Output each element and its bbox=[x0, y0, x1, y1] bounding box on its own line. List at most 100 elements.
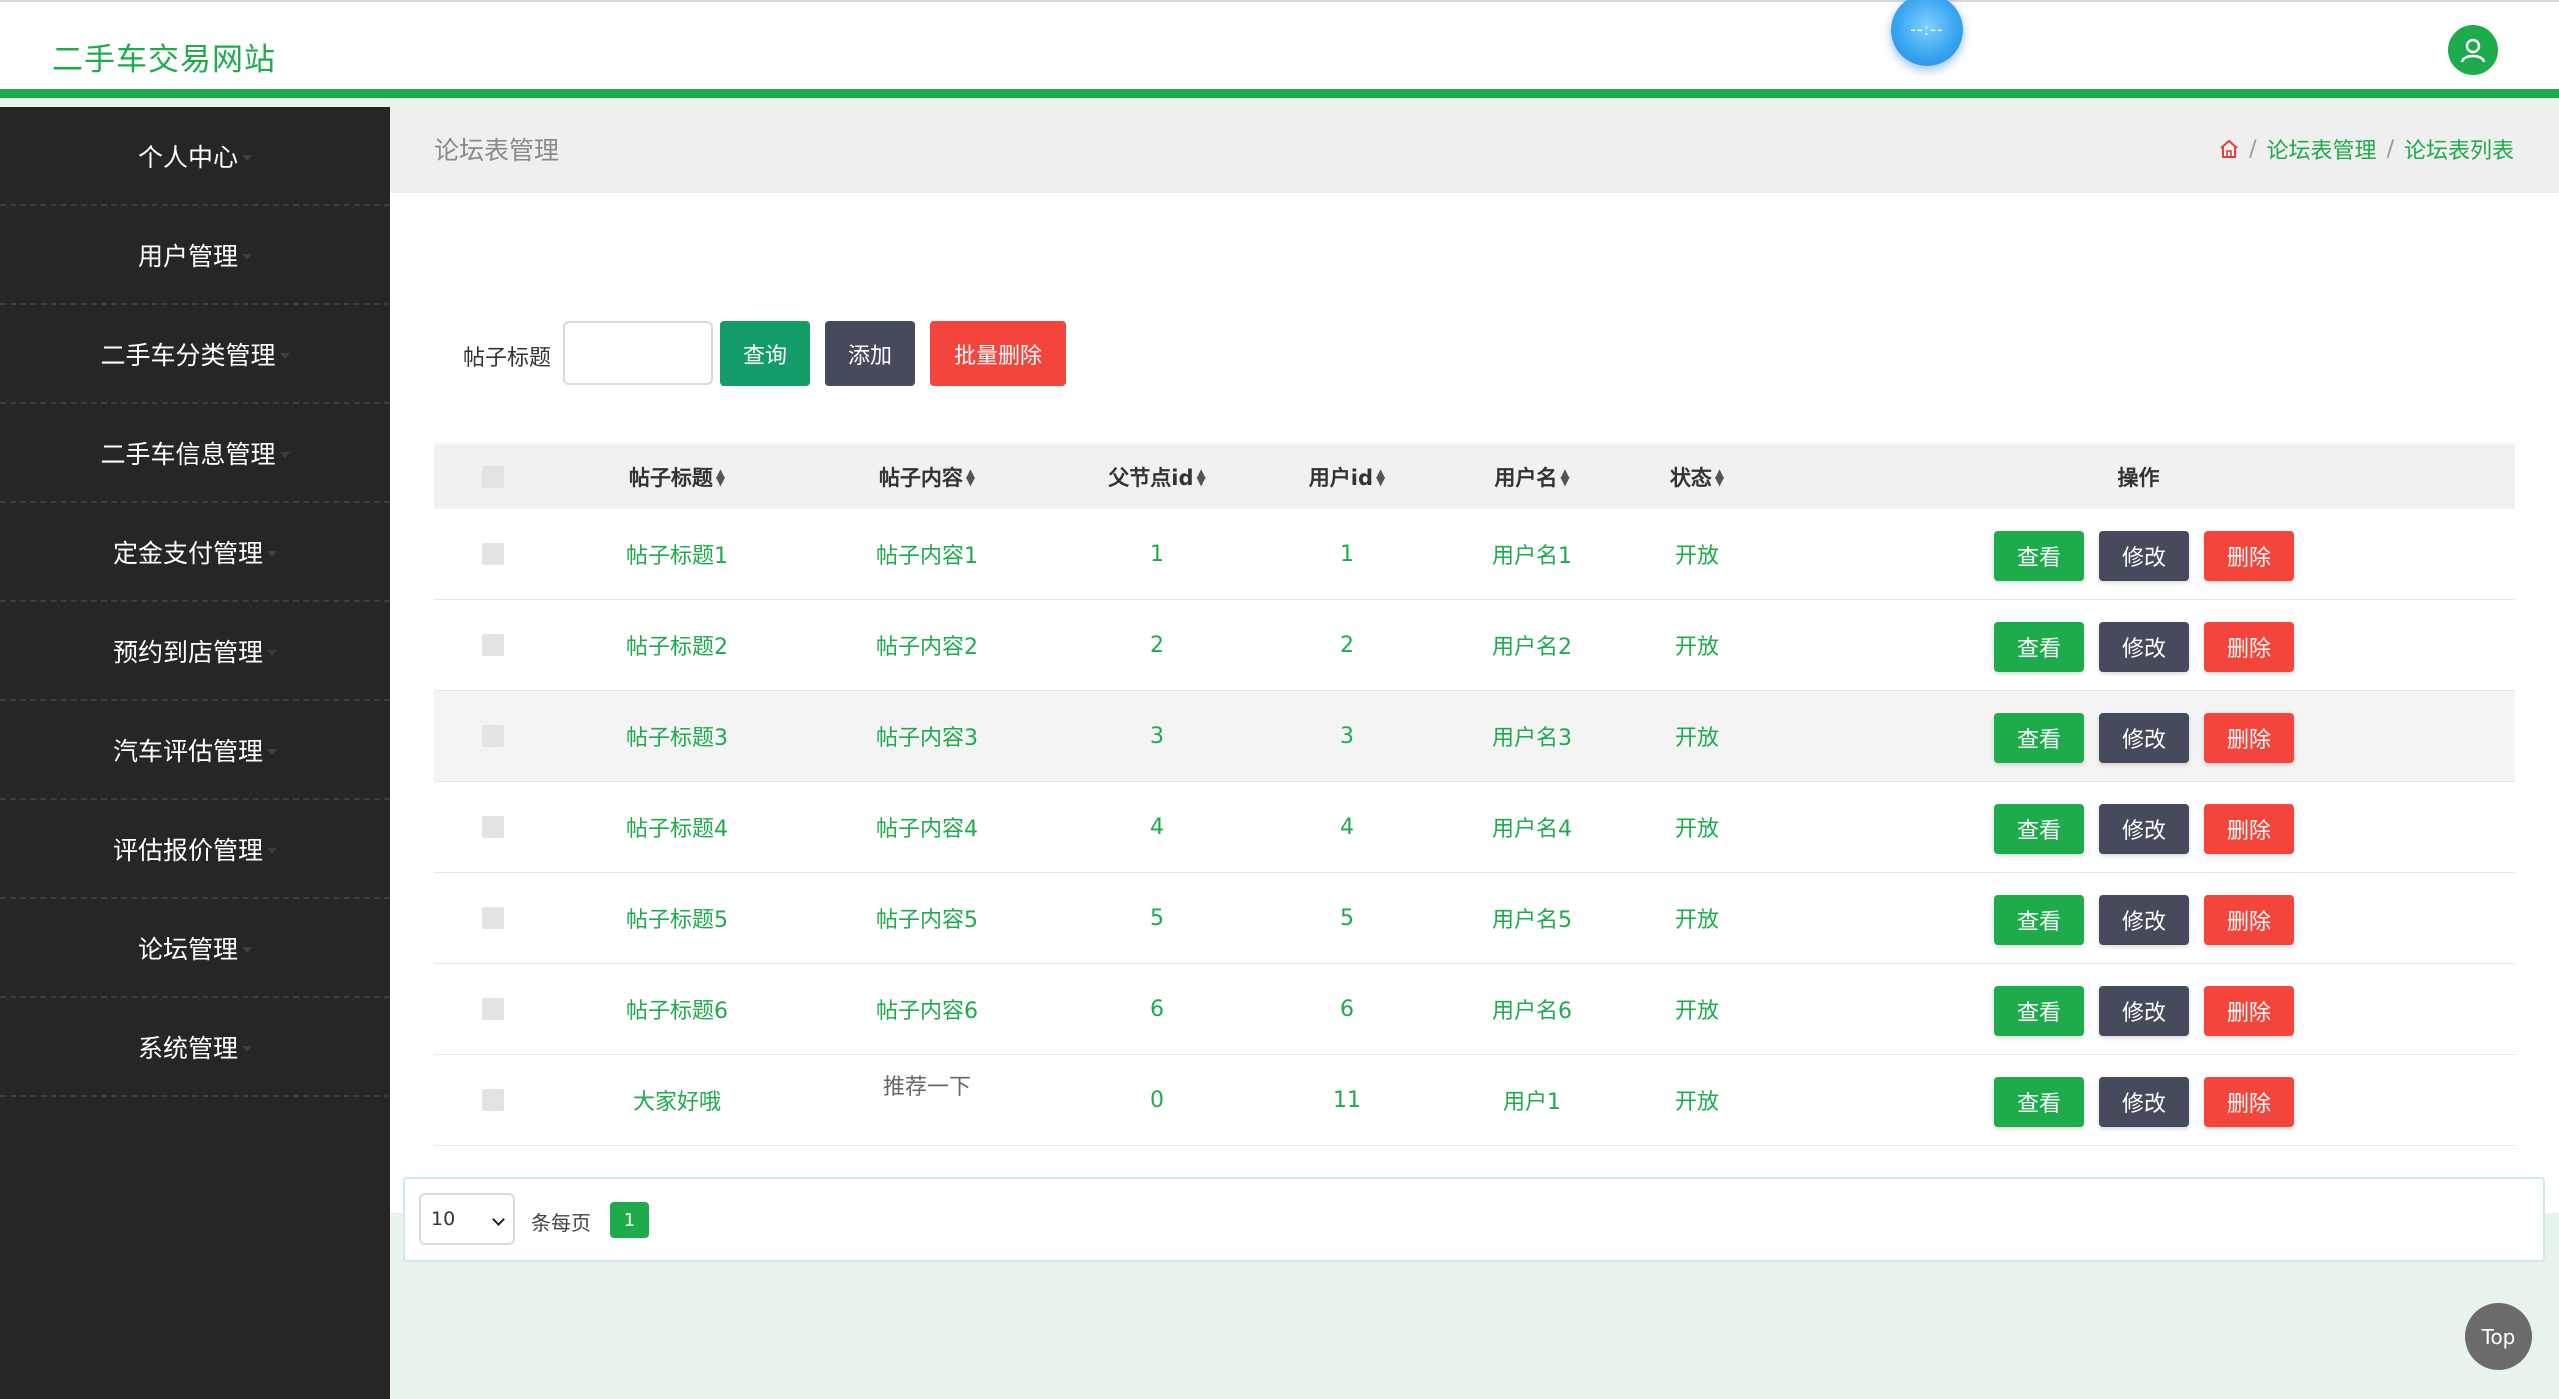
view-button[interactable]: 查看 bbox=[1994, 531, 2084, 581]
table-body: 帖子标题1 帖子内容1 1 1 用户名1 开放 查看 修改 删除 帖子标题2 帖子内容2 2 2 用户名2… bbox=[434, 509, 2515, 1146]
sidebar-item[interactable]: 二手车分类管理 bbox=[0, 305, 390, 404]
view-button[interactable]: 查看 bbox=[1994, 804, 2084, 854]
row-checkbox[interactable] bbox=[482, 725, 504, 747]
edit-button[interactable]: 修改 bbox=[2099, 622, 2189, 672]
cell-post-title: 帖子标题6 bbox=[626, 999, 728, 1024]
sidebar-item[interactable]: 定金支付管理 bbox=[0, 503, 390, 602]
cell-user-id: 3 bbox=[1340, 723, 1354, 749]
cell-parent-id: 1 bbox=[1150, 541, 1164, 567]
column-username-label: 用户名 bbox=[1494, 466, 1558, 490]
column-header-content[interactable]: 帖子内容 ▲ ▼ bbox=[802, 445, 1052, 509]
table-header: 帖子标题 ▲ ▼ 帖子内容 ▲ ▼ 父节点id ▲ ▼ 用户id ▲ ▼ 用户名 ▲ ▼ 状态 ▲ ▼ … bbox=[434, 443, 2515, 509]
delete-button[interactable]: 删除 bbox=[2204, 713, 2294, 763]
cell-post-title: 大家好哦 bbox=[632, 1090, 721, 1115]
column-status-label: 状态 bbox=[1669, 466, 1712, 490]
edit-button[interactable]: 修改 bbox=[2099, 895, 2189, 945]
sidebar-item-label: 二手车分类管理 bbox=[100, 340, 276, 370]
edit-button[interactable]: 修改 bbox=[2099, 1077, 2189, 1127]
post-title-search-input[interactable] bbox=[563, 321, 713, 385]
delete-button[interactable]: 删除 bbox=[2204, 622, 2294, 672]
sidebar-item[interactable]: 系统管理 bbox=[0, 998, 390, 1097]
cell-parent-id: 3 bbox=[1150, 723, 1164, 749]
sort-icon: ▲ ▼ bbox=[965, 466, 976, 488]
breadcrumb-item-forum-list[interactable]: 论坛表列表 bbox=[2404, 133, 2514, 165]
table-row: 帖子标题5 帖子内容5 5 5 用户名5 开放 查看 修改 删除 bbox=[434, 873, 2515, 964]
page-button-current[interactable]: 1 bbox=[610, 1202, 649, 1238]
cell-post-title: 帖子标题4 bbox=[626, 817, 728, 842]
row-checkbox[interactable] bbox=[482, 907, 504, 929]
back-to-top-button[interactable]: Top bbox=[2465, 1303, 2532, 1370]
row-checkbox-cell bbox=[434, 1055, 552, 1145]
edit-button[interactable]: 修改 bbox=[2099, 986, 2189, 1036]
pagination-bar: 10 条每页 1 bbox=[403, 1177, 2545, 1262]
column-content-label: 帖子内容 bbox=[878, 466, 963, 490]
caret-down-icon bbox=[279, 451, 290, 458]
row-checkbox-cell bbox=[434, 782, 552, 872]
sidebar-item[interactable]: 二手车信息管理 bbox=[0, 404, 390, 503]
query-button[interactable]: 查询 bbox=[720, 321, 810, 386]
header-checkbox-cell bbox=[434, 445, 552, 509]
breadcrumb-item-forum-manage[interactable]: 论坛表管理 bbox=[2267, 133, 2377, 165]
cell-parent-id: 5 bbox=[1150, 905, 1164, 931]
view-button[interactable]: 查看 bbox=[1994, 1077, 2084, 1127]
view-button[interactable]: 查看 bbox=[1994, 622, 2084, 672]
row-checkbox[interactable] bbox=[482, 998, 504, 1020]
row-checkbox[interactable] bbox=[482, 543, 504, 565]
sort-icon: ▲ ▼ bbox=[715, 466, 726, 488]
sidebar-item[interactable]: 论坛管理 bbox=[0, 899, 390, 998]
column-header-title[interactable]: 帖子标题 ▲ ▼ bbox=[552, 445, 802, 509]
edit-button[interactable]: 修改 bbox=[2099, 531, 2189, 581]
home-icon[interactable] bbox=[2219, 139, 2239, 159]
batch-delete-button[interactable]: 批量删除 bbox=[930, 321, 1066, 386]
cell-user-id: 5 bbox=[1340, 905, 1354, 931]
delete-button[interactable]: 删除 bbox=[2204, 804, 2294, 854]
sidebar-item[interactable]: 预约到店管理 bbox=[0, 602, 390, 701]
site-title: 二手车交易网站 bbox=[52, 42, 276, 78]
edit-button[interactable]: 修改 bbox=[2099, 713, 2189, 763]
breadcrumb-separator: / bbox=[2386, 136, 2394, 162]
column-header-parent-id[interactable]: 父节点id ▲ ▼ bbox=[1052, 445, 1262, 509]
add-button[interactable]: 添加 bbox=[825, 321, 915, 386]
table-row: 帖子标题6 帖子内容6 6 6 用户名6 开放 查看 修改 删除 bbox=[434, 964, 2515, 1055]
column-header-actions: 操作 bbox=[1762, 445, 2515, 509]
edit-button[interactable]: 修改 bbox=[2099, 804, 2189, 854]
delete-button[interactable]: 删除 bbox=[2204, 1077, 2294, 1127]
cell-username: 用户1 bbox=[1503, 1090, 1561, 1115]
sort-icon: ▲ ▼ bbox=[1714, 466, 1725, 488]
column-title-label: 帖子标题 bbox=[628, 466, 713, 490]
caret-down-icon bbox=[242, 1045, 252, 1052]
row-checkbox[interactable] bbox=[482, 816, 504, 838]
cell-user-id: 6 bbox=[1340, 996, 1354, 1022]
main-area: 论坛表管理 / 论坛表管理 / 论坛表列表 帖子标题 查询 添加 批量删除 帖子… bbox=[390, 107, 2559, 1399]
page-size-value: 10 bbox=[431, 1208, 456, 1230]
delete-button[interactable]: 删除 bbox=[2204, 531, 2294, 581]
cell-post-content: 帖子内容2 bbox=[876, 635, 978, 660]
view-button[interactable]: 查看 bbox=[1994, 713, 2084, 763]
column-header-username[interactable]: 用户名 ▲ ▼ bbox=[1432, 445, 1632, 509]
caret-down-icon bbox=[279, 352, 290, 359]
user-avatar-button[interactable] bbox=[2448, 25, 2498, 75]
cell-status: 开放 bbox=[1674, 1090, 1719, 1115]
column-header-status[interactable]: 状态 ▲ ▼ bbox=[1632, 445, 1762, 509]
select-all-checkbox[interactable] bbox=[482, 466, 504, 488]
cell-post-title: 帖子标题5 bbox=[626, 908, 728, 933]
row-checkbox[interactable] bbox=[482, 634, 504, 656]
view-button[interactable]: 查看 bbox=[1994, 895, 2084, 945]
sidebar-item[interactable]: 评估报价管理 bbox=[0, 800, 390, 899]
page-size-select[interactable]: 10 bbox=[419, 1193, 515, 1245]
delete-button[interactable]: 删除 bbox=[2204, 986, 2294, 1036]
sidebar-item[interactable]: 汽车评估管理 bbox=[0, 701, 390, 800]
sort-icon: ▲ ▼ bbox=[1560, 466, 1570, 488]
row-checkbox-cell bbox=[434, 509, 552, 599]
sidebar-item[interactable]: 个人中心 bbox=[0, 107, 390, 206]
sidebar-item[interactable]: 用户管理 bbox=[0, 206, 390, 305]
column-header-user-id[interactable]: 用户id ▲ ▼ bbox=[1262, 445, 1432, 509]
sort-icon: ▲ ▼ bbox=[1376, 466, 1386, 488]
row-checkbox[interactable] bbox=[482, 1089, 504, 1111]
sidebar-item-label: 预约到店管理 bbox=[112, 637, 263, 667]
delete-button[interactable]: 删除 bbox=[2204, 895, 2294, 945]
caret-down-icon bbox=[267, 649, 277, 656]
view-button[interactable]: 查看 bbox=[1994, 986, 2084, 1036]
row-checkbox-cell bbox=[434, 964, 552, 1054]
caret-down-icon bbox=[267, 550, 277, 557]
